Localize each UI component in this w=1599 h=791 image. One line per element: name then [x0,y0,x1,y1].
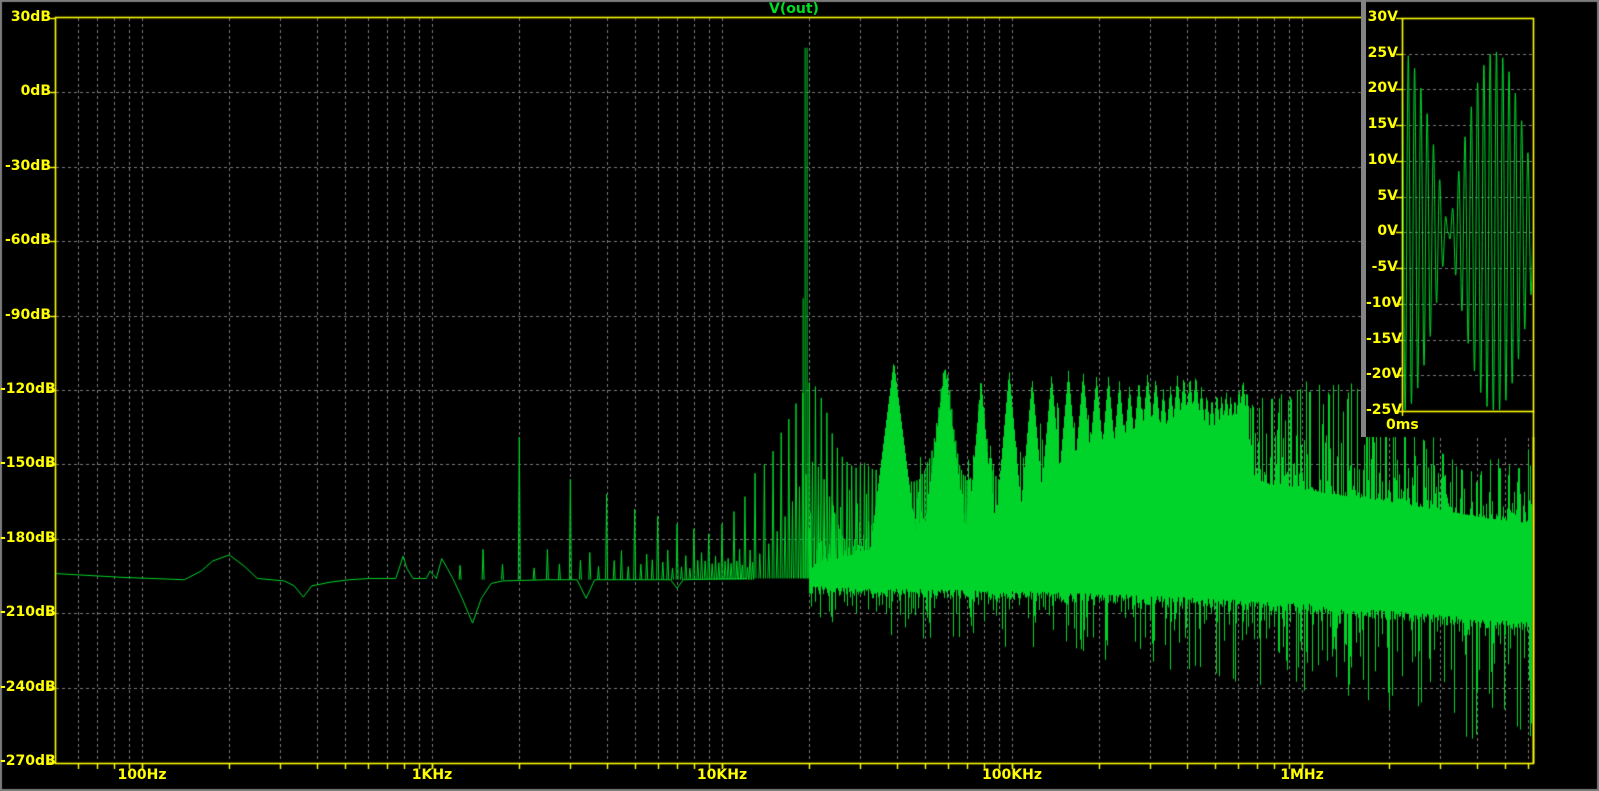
fft-plot-canvas[interactable] [0,0,1599,791]
inset-window-frame [1361,0,1366,437]
waveform-viewer-window: V(out) 30dB 0dB -30dB -60dB -90dB -120dB -150d… [0,0,1599,791]
plot-title: V(out) [769,1,819,17]
